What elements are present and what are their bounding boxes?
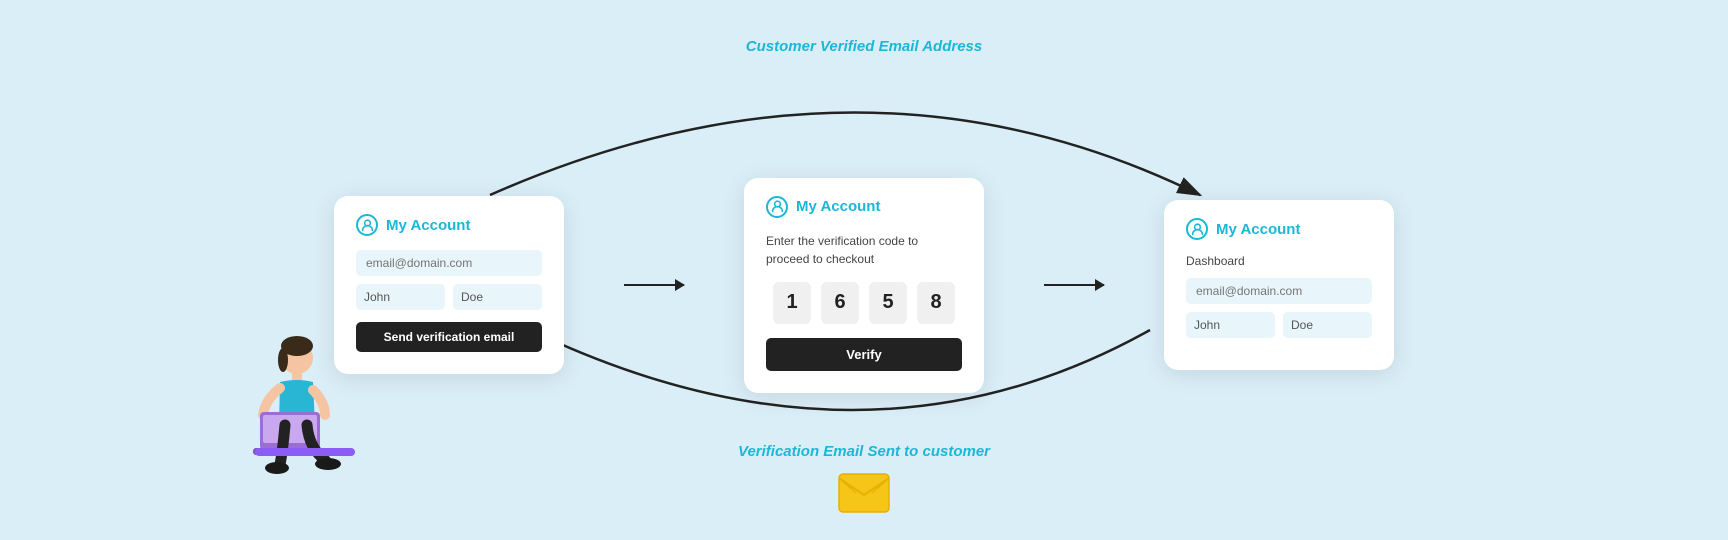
card-account-1: My Account Send verification email [334, 196, 564, 374]
card1-email-input[interactable] [356, 250, 542, 276]
card-account-3: My Account Dashboard [1164, 200, 1394, 370]
card2-header: My Account [766, 196, 962, 218]
arrow-1 [624, 284, 684, 286]
send-verification-email-button[interactable]: Send verification email [356, 322, 542, 352]
code-row: 1 6 5 8 [766, 282, 962, 324]
card3-last-name-input[interactable] [1283, 312, 1372, 338]
card3-first-name-input[interactable] [1186, 312, 1275, 338]
code-digit-1[interactable]: 1 [773, 282, 811, 324]
card1-first-name-input[interactable] [356, 284, 445, 310]
card1-title: My Account [386, 217, 470, 234]
account-icon-3 [1186, 218, 1208, 240]
arrow-line-2 [1044, 284, 1104, 286]
card2-description: Enter the verification code to proceed t… [766, 232, 962, 268]
verify-button[interactable]: Verify [766, 338, 962, 371]
person-illustration [225, 330, 355, 490]
main-container: Customer Verified Email Address Verifica… [0, 0, 1728, 540]
card1-last-name-input[interactable] [453, 284, 542, 310]
card1-name-row [356, 284, 542, 310]
account-icon-2 [766, 196, 788, 218]
code-digit-4[interactable]: 8 [917, 282, 955, 324]
card3-name-row [1186, 312, 1372, 338]
card3-email-input[interactable] [1186, 278, 1372, 304]
code-digit-2[interactable]: 6 [821, 282, 859, 324]
email-icon [838, 473, 890, 513]
account-icon-1 [356, 214, 378, 236]
card2-title: My Account [796, 198, 880, 215]
email-icon-container [838, 473, 890, 518]
bottom-label: Verification Email Sent to customer [738, 443, 990, 460]
card3-title: My Account [1216, 221, 1300, 238]
top-label: Customer Verified Email Address [746, 38, 982, 55]
card1-header: My Account [356, 214, 542, 236]
card3-header: My Account [1186, 218, 1372, 240]
cards-row: My Account Send verification email My Ac… [334, 178, 1394, 393]
code-digit-3[interactable]: 5 [869, 282, 907, 324]
arrow-line-1 [624, 284, 684, 286]
card-verification: My Account Enter the verification code t… [744, 178, 984, 393]
card3-dashboard-label: Dashboard [1186, 254, 1372, 268]
arrow-2 [1044, 284, 1104, 286]
